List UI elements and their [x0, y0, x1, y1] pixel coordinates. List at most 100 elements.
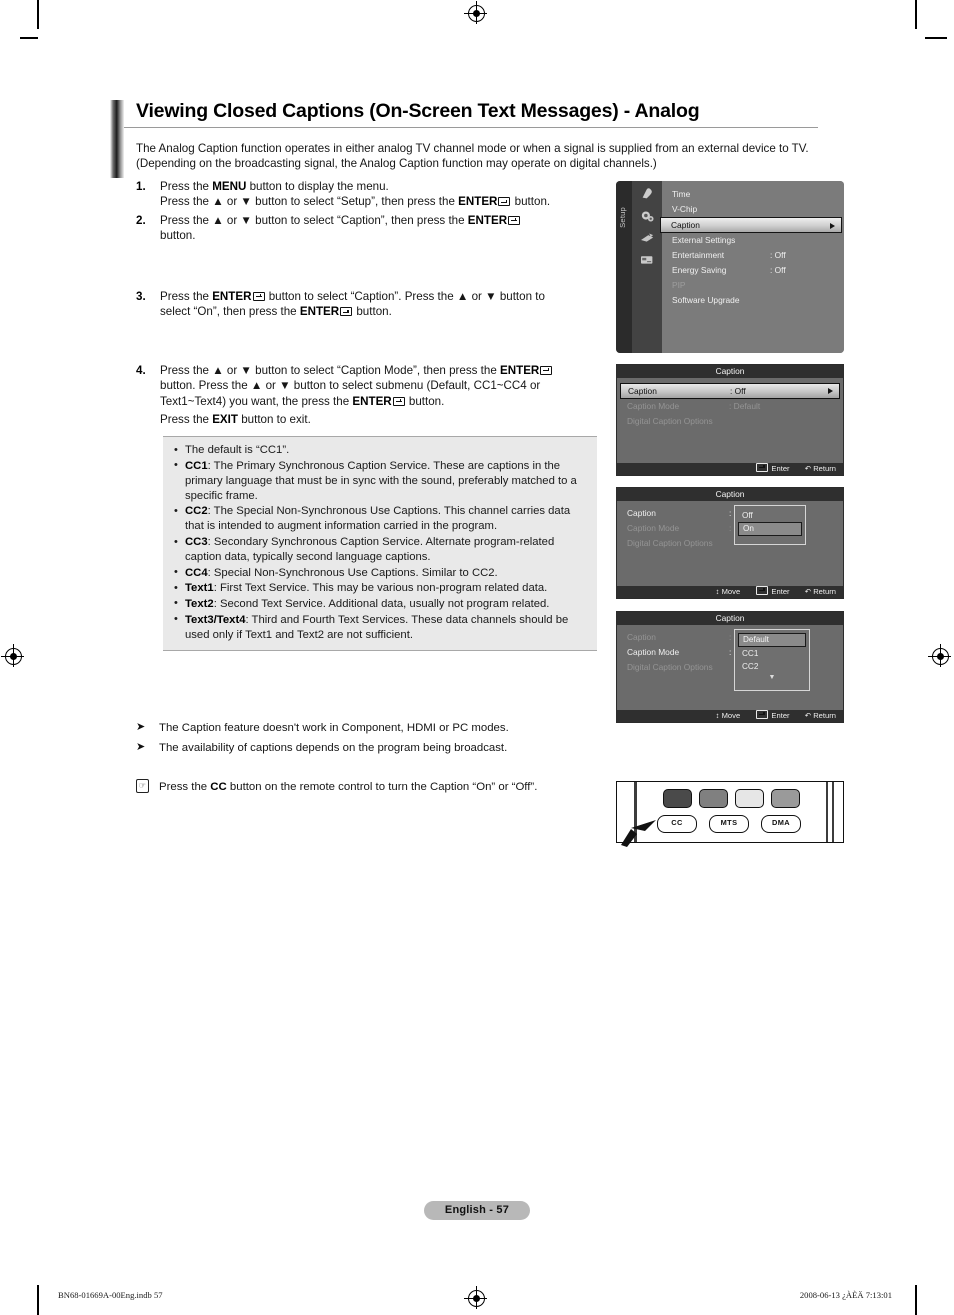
- footer-label: Return: [813, 711, 836, 720]
- osd-row-caption[interactable]: Caption :: [617, 506, 843, 521]
- text-fragment: select “On”, then press the: [160, 305, 300, 319]
- note-item: Text3/Text4: Third and Fourth Text Servi…: [173, 612, 587, 643]
- osd-row-label: Time: [672, 189, 691, 199]
- mts-button[interactable]: MTS: [709, 815, 749, 833]
- osd-menu-list: Time V-Chip Caption External Settings En…: [660, 181, 844, 353]
- osd-row-caption-mode: Caption Mode :: [617, 521, 843, 536]
- text-fragment: button to display the menu.: [246, 180, 389, 193]
- note-text: The default is “CC1”.: [185, 444, 290, 456]
- color-key-red[interactable]: [663, 789, 692, 808]
- osd-row-label: Entertainment: [672, 250, 725, 260]
- osd-row-value: : Off: [770, 250, 786, 260]
- dropdown-option-off[interactable]: Off: [738, 509, 802, 522]
- color-key-yellow[interactable]: [735, 789, 764, 808]
- note-item: CC2: The Special Non-Synchronous Use Cap…: [173, 504, 587, 534]
- note-list: The default is “CC1”. CC1: The Primary S…: [173, 442, 587, 643]
- text-fragment: button.: [511, 195, 551, 209]
- footer-enter: Enter: [755, 463, 790, 473]
- note-label: CC4: [185, 566, 208, 579]
- caption-onoff-dropdown[interactable]: Off On: [734, 505, 806, 545]
- support-card-icon: [640, 256, 652, 264]
- osd-panel-header: Caption: [617, 488, 843, 501]
- footer-move: ↕ Move: [716, 711, 741, 720]
- note-label: CC2: [185, 505, 208, 518]
- step-2-line-2: button.: [160, 229, 196, 243]
- osd-caption-panel-2: Caption Caption : Caption Mode : Digital…: [616, 487, 844, 599]
- osd-row-label: Digital Caption Options: [627, 416, 713, 426]
- keyword-enter: ENTER: [352, 394, 392, 408]
- dma-button[interactable]: DMA: [761, 815, 801, 833]
- crop-mark-right-top: [925, 37, 947, 39]
- footer-label: Move: [721, 587, 741, 596]
- keyword-enter: ENTER: [299, 305, 340, 319]
- step-1-number: 1.: [136, 180, 146, 193]
- color-key-blue[interactable]: [771, 789, 800, 808]
- osd-tab-column: Setup: [616, 181, 632, 353]
- dropdown-option-cc2[interactable]: CC2: [738, 660, 806, 673]
- crop-mark-bottom-left: [37, 1285, 39, 1315]
- arrow-note-1: ➤ The Caption feature doesn't work in Co…: [136, 718, 606, 738]
- osd-panel-body: Caption : Caption Mode : Digital Caption…: [617, 625, 843, 710]
- osd-panel-header: Caption: [617, 365, 843, 378]
- step-3-number: 3.: [136, 290, 146, 303]
- osd-row-time[interactable]: Time: [662, 187, 844, 202]
- osd-row-caption[interactable]: Caption: [660, 217, 842, 233]
- return-icon: ↶: [804, 587, 812, 596]
- enter-icon: [756, 463, 769, 472]
- registration-target-left: [1, 644, 24, 667]
- osd-row-value: : Off: [770, 265, 786, 275]
- step-2-line-1: Press the ▲ or ▼ button to select “Capti…: [160, 213, 606, 228]
- scroll-down-icon[interactable]: ▼: [738, 673, 806, 682]
- osd-row-label: Caption Mode: [627, 401, 680, 411]
- dropdown-option-default[interactable]: Default: [738, 633, 806, 647]
- dropdown-option-cc1[interactable]: CC1: [738, 647, 806, 660]
- osd-row-software-upgrade[interactable]: Software Upgrade: [662, 293, 844, 308]
- osd-panel-footer: ↕ Move Enter ↶ Return: [617, 586, 843, 598]
- step-1-line-2: Press the ▲ or ▼ button to select “Setup…: [160, 194, 606, 209]
- return-icon: ↶: [804, 464, 812, 473]
- note-item: CC3: Secondary Synchronous Caption Servi…: [173, 535, 587, 565]
- color-key-green[interactable]: [699, 789, 728, 808]
- osd-panel-header: Caption: [617, 612, 843, 625]
- text-fragment: Text1~Text4) you want, the press the: [160, 394, 353, 408]
- caption-mode-dropdown[interactable]: Default CC1 CC2 ▼: [734, 629, 810, 691]
- osd-row-label: V-Chip: [672, 204, 698, 214]
- osd-caption-panel-1: Caption Caption : Off Caption Mode : Def…: [616, 364, 844, 476]
- enter-button-icon: [498, 197, 511, 207]
- text-fragment: Press the: [160, 413, 213, 427]
- step-4-line-3: Text1~Text4) you want, the press the ENT…: [160, 394, 614, 409]
- step-4-line-2: button. Press the ▲ or ▼ button to selec…: [160, 379, 541, 393]
- osd-icon-column: [632, 181, 662, 353]
- keyword-exit: EXIT: [212, 413, 238, 427]
- osd-row-label: Energy Saving: [672, 265, 727, 275]
- osd-row-external-settings[interactable]: External Settings: [662, 233, 844, 248]
- text-fragment: Press the: [159, 781, 211, 793]
- arrow-notes: ➤ The Caption feature doesn't work in Co…: [136, 718, 606, 758]
- osd-row-energy-saving[interactable]: Energy Saving : Off: [662, 263, 844, 278]
- osd-row-entertainment[interactable]: Entertainment : Off: [662, 248, 844, 263]
- text-fragment: button.: [405, 394, 445, 408]
- footer-move: ↕ Move: [716, 587, 741, 596]
- footer-label: Return: [813, 587, 836, 596]
- osd-row-value: :: [729, 523, 732, 533]
- arrow-note-text: The availability of captions depends on …: [159, 742, 508, 754]
- dropdown-option-on[interactable]: On: [738, 522, 802, 536]
- osd-row-value: : Default: [729, 401, 761, 411]
- text-fragment: Press the: [160, 290, 213, 303]
- osd-row-vchip[interactable]: V-Chip: [662, 202, 844, 217]
- note-text: : First Text Service. This may be variou…: [213, 582, 548, 595]
- osd-caption-panel-3: Caption Caption : Caption Mode : Digital…: [616, 611, 844, 723]
- move-icon: ↕: [715, 711, 720, 720]
- keyword-enter: ENTER: [458, 195, 498, 209]
- callout-arrow-icon: [621, 820, 656, 847]
- crop-mark-left-top: [20, 37, 38, 39]
- arrow-note-2: ➤ The availability of captions depends o…: [136, 738, 606, 758]
- step-2: 2. Press the ▲ or ▼ button to select “Ca…: [136, 213, 606, 244]
- enter-button-icon: [252, 292, 265, 301]
- enter-button-icon: [392, 396, 405, 406]
- keyword-enter: ENTER: [500, 364, 540, 377]
- osd-row-pip: PIP: [662, 278, 844, 293]
- osd-row-value: :: [729, 632, 732, 642]
- osd-row-caption[interactable]: Caption : Off: [620, 383, 840, 399]
- osd-row-label: Software Upgrade: [672, 295, 740, 305]
